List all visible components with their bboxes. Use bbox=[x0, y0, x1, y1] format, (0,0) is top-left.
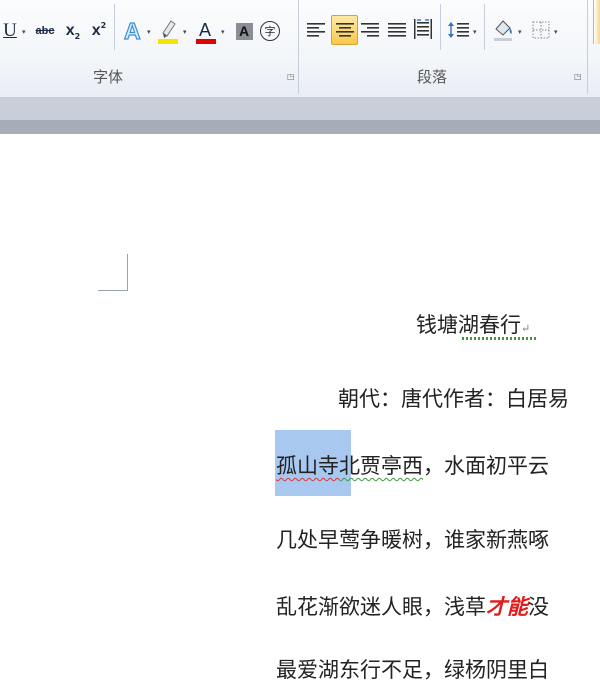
highlight-button[interactable] bbox=[156, 16, 180, 46]
text-effects-button[interactable]: A bbox=[120, 16, 146, 46]
ribbon-separator bbox=[114, 4, 115, 50]
borders-button[interactable] bbox=[529, 17, 553, 43]
line-spacing-icon bbox=[448, 22, 469, 38]
svg-text:A: A bbox=[124, 18, 141, 44]
paragraph-group-label: 段落 bbox=[417, 68, 448, 86]
align-right-icon bbox=[361, 23, 379, 37]
shading-button[interactable] bbox=[490, 15, 516, 45]
subscript-button[interactable]: x2 bbox=[62, 18, 84, 44]
poem-line-2: 几处早莺争暖树，谁家新燕啄 bbox=[276, 528, 549, 552]
poem-title: 钱塘湖春行↵ bbox=[416, 313, 531, 337]
borders-icon bbox=[532, 21, 550, 39]
align-left-icon bbox=[307, 23, 325, 37]
poem-line-3: 乱花渐欲迷人眼，浅草才能没 bbox=[276, 594, 549, 619]
justify-button[interactable] bbox=[385, 17, 409, 43]
horizontal-ruler-area bbox=[0, 120, 600, 134]
svg-text:A: A bbox=[199, 20, 211, 40]
highlighter-icon bbox=[158, 20, 178, 44]
ribbon-group-separator bbox=[587, 0, 588, 94]
font-dialog-launcher-icon[interactable]: ◳ bbox=[287, 72, 296, 81]
emphasized-text: 才能 bbox=[486, 594, 528, 619]
font-color-dropdown-icon[interactable]: ▾ bbox=[221, 28, 225, 36]
poem-line-1: 孤山寺北贾亭西，水面初平云 bbox=[276, 454, 549, 478]
align-right-button[interactable] bbox=[358, 17, 382, 43]
underline-button[interactable]: U bbox=[2, 18, 18, 44]
borders-dropdown-icon[interactable]: ▾ bbox=[554, 28, 558, 36]
selected-text[interactable]: 孤山寺 bbox=[276, 454, 339, 478]
ribbon-separator bbox=[440, 4, 441, 50]
character-shading-button[interactable]: A bbox=[233, 20, 255, 42]
underline-dropdown-icon[interactable]: ▾ bbox=[22, 28, 26, 36]
highlight-dropdown-icon[interactable]: ▾ bbox=[183, 28, 187, 36]
align-center-icon bbox=[335, 23, 354, 37]
title-grammar-underline bbox=[462, 337, 538, 340]
justify-icon bbox=[388, 23, 406, 37]
styles-gallery-edge[interactable] bbox=[593, 0, 600, 44]
poem-line-4: 最爱湖东行不足，绿杨阴里白 bbox=[276, 658, 549, 682]
document-page[interactable]: 钱塘湖春行↵ 朝代：唐代作者：白居易 孤山寺北贾亭西，水面初平云 几处早莺争暖树… bbox=[0, 134, 600, 685]
ribbon-separator bbox=[484, 4, 485, 50]
line-spacing-button[interactable] bbox=[446, 17, 472, 43]
font-color-bar bbox=[196, 39, 216, 44]
strikethrough-button[interactable]: abc bbox=[33, 18, 57, 44]
shading-dropdown-icon[interactable]: ▾ bbox=[518, 28, 522, 36]
page-margin-corner-mark bbox=[98, 254, 128, 291]
superscript-button[interactable]: x2 bbox=[88, 18, 110, 44]
font-color-icon: A bbox=[196, 20, 216, 44]
align-left-button[interactable] bbox=[304, 17, 328, 43]
highlight-color-bar bbox=[158, 39, 178, 44]
font-group-label: 字体 bbox=[93, 68, 124, 86]
paint-bucket-icon bbox=[494, 20, 512, 41]
text-effects-dropdown-icon[interactable]: ▾ bbox=[147, 28, 151, 36]
ribbon-group-separator bbox=[298, 0, 299, 94]
line-spacing-dropdown-icon[interactable]: ▾ bbox=[473, 28, 477, 36]
text-effects-icon: A bbox=[123, 18, 141, 44]
font-color-button[interactable]: A bbox=[194, 16, 218, 46]
enclose-characters-button[interactable]: 字 bbox=[258, 19, 282, 43]
poem-meta-line: 朝代：唐代作者：白居易 bbox=[338, 387, 569, 411]
align-center-button[interactable] bbox=[331, 15, 358, 45]
ribbon: U ▾ abc x2 x2 A ▾ ▾ A ▾ A 字 字体 ◳ ▾ ▾ ▾ 段… bbox=[0, 0, 600, 98]
ribbon-bottom-area bbox=[0, 97, 600, 120]
distributed-align-icon bbox=[414, 19, 432, 39]
distributed-button[interactable] bbox=[411, 15, 435, 43]
paragraph-mark-icon: ↵ bbox=[521, 322, 531, 335]
paragraph-dialog-launcher-icon[interactable]: ◳ bbox=[574, 72, 583, 81]
